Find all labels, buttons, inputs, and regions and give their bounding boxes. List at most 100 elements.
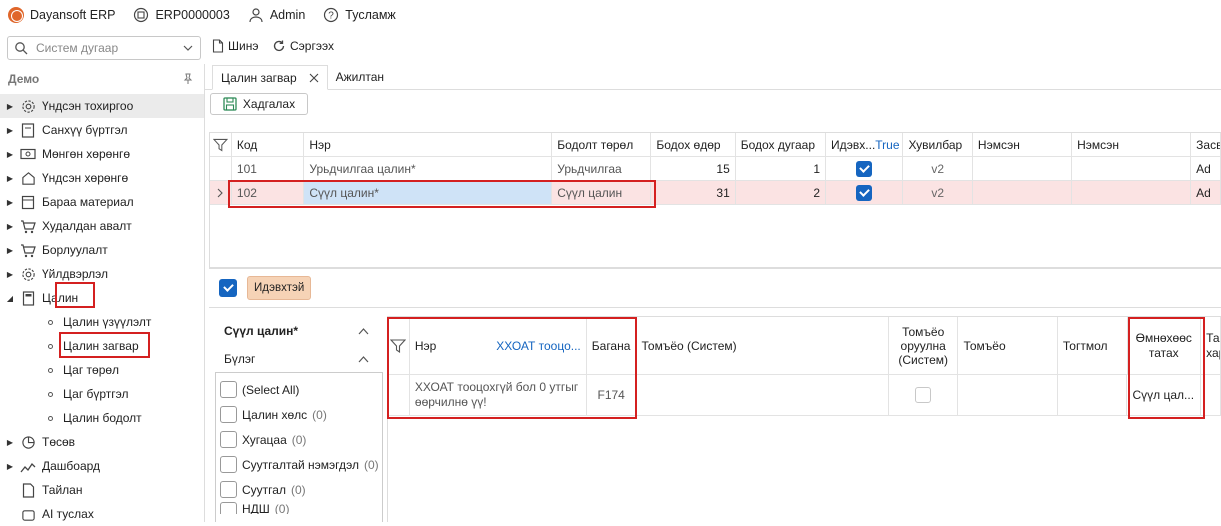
col-header-constant[interactable]: Тогтмол bbox=[1058, 317, 1128, 374]
cell-column[interactable]: F174 bbox=[587, 375, 637, 415]
chevron-up-icon[interactable] bbox=[358, 355, 369, 363]
list-item[interactable]: НДШ (0) bbox=[216, 502, 382, 514]
cell-calc-type[interactable]: Урьдчилгаа bbox=[552, 157, 652, 180]
help-button[interactable]: ? Тусламж bbox=[323, 7, 396, 23]
checkbox[interactable] bbox=[220, 456, 237, 473]
checkbox-checked[interactable] bbox=[856, 160, 873, 177]
col-header-formula-input[interactable]: Томъёо оруулна (Систем) bbox=[889, 317, 959, 374]
app-brand[interactable]: Dayansoft ERP bbox=[8, 7, 115, 23]
cell-formula-system[interactable] bbox=[637, 375, 889, 415]
search-input[interactable] bbox=[36, 41, 174, 55]
sidebar-item-payroll[interactable]: ◢ Цалин bbox=[0, 286, 204, 310]
collapse-arrow-icon[interactable]: ◢ bbox=[4, 294, 16, 303]
col-header-column[interactable]: Багана bbox=[587, 317, 637, 374]
cell-active[interactable] bbox=[826, 157, 904, 180]
tab-employee[interactable]: Ажилтан bbox=[328, 64, 392, 89]
cell-code[interactable]: 102 bbox=[232, 181, 305, 204]
list-item[interactable]: (Select All) bbox=[216, 377, 382, 402]
filter-toggle[interactable] bbox=[210, 133, 232, 156]
sidebar-item-payroll-indicator[interactable]: Цалин үзүүлэлт bbox=[0, 310, 204, 334]
col-header-version[interactable]: Хувилбар bbox=[903, 133, 973, 156]
cell-calc-type[interactable]: Сүүл цалин bbox=[552, 181, 652, 204]
sidebar-item-production[interactable]: ▶ Үйлдвэрлэл bbox=[0, 262, 204, 286]
expand-arrow-icon[interactable]: ▶ bbox=[4, 222, 16, 231]
col-header-calc-day[interactable]: Бодох өдөр bbox=[651, 133, 736, 156]
sidebar-item-finance[interactable]: ▶ Санхүү бүртгэл bbox=[0, 118, 204, 142]
sidebar-item-time-record[interactable]: Цаг бүртгэл bbox=[0, 382, 204, 406]
checkbox[interactable] bbox=[220, 406, 237, 423]
cell-next[interactable] bbox=[1201, 375, 1221, 415]
col-header-formula[interactable]: Томъёо bbox=[958, 317, 1058, 374]
cell-added[interactable] bbox=[973, 157, 1073, 180]
company-selector[interactable]: ERP0000003 bbox=[133, 7, 230, 23]
col-header-name[interactable]: Нэр ХХОАТ тооцо... bbox=[410, 317, 587, 374]
col-header-added-2[interactable]: Нэмсэн bbox=[1072, 133, 1192, 156]
expand-arrow-icon[interactable]: ▶ bbox=[4, 270, 16, 279]
cell-name-focused[interactable]: Сүүл цалин* bbox=[304, 181, 553, 204]
sidebar-item-reports[interactable]: Тайлан bbox=[0, 478, 204, 502]
cell-calc-day[interactable]: 15 bbox=[651, 157, 736, 180]
sidebar-item-payroll-template[interactable]: Цалин загвар bbox=[0, 334, 204, 358]
list-item[interactable]: Суутгалтай нэмэгдэл (0) bbox=[216, 452, 382, 477]
pin-icon[interactable] bbox=[182, 73, 194, 85]
expand-arrow-icon[interactable]: ▶ bbox=[4, 462, 16, 471]
cell-formula-input[interactable] bbox=[889, 375, 959, 415]
refresh-button[interactable]: Сэргээх bbox=[272, 39, 334, 53]
sidebar-item-purchasing[interactable]: ▶ Худалдан авалт bbox=[0, 214, 204, 238]
expand-arrow-icon[interactable]: ▶ bbox=[4, 126, 16, 135]
col-header-calc-number[interactable]: Бодох дугаар bbox=[736, 133, 827, 156]
expand-arrow-icon[interactable]: ▶ bbox=[4, 438, 16, 447]
cell-added-2[interactable] bbox=[1072, 157, 1192, 180]
cell-added-2[interactable] bbox=[1072, 181, 1192, 204]
checkbox-checked[interactable] bbox=[856, 184, 873, 201]
cell-formula[interactable] bbox=[958, 375, 1058, 415]
list-item[interactable]: Цалин хөлс (0) bbox=[216, 402, 382, 427]
expand-arrow-icon[interactable]: ▶ bbox=[4, 246, 16, 255]
sidebar-item-fixed-assets[interactable]: ▶ Үндсэн хөрөнгө bbox=[0, 166, 204, 190]
col-header-added[interactable]: Нэмсэн bbox=[973, 133, 1073, 156]
cell-from-previous[interactable]: Сүүл цал... bbox=[1127, 375, 1202, 415]
checkbox-unchecked[interactable] bbox=[915, 387, 932, 403]
cell-version[interactable]: v2 bbox=[903, 157, 973, 180]
user-menu[interactable]: Admin bbox=[248, 7, 305, 23]
cell-constant[interactable] bbox=[1058, 375, 1128, 415]
col-header-formula-system[interactable]: Томъёо (Систем) bbox=[637, 317, 889, 374]
expand-arrow-icon[interactable]: ▶ bbox=[4, 174, 16, 183]
cell-edited[interactable]: Ad bbox=[1191, 157, 1221, 180]
chevron-up-icon[interactable] bbox=[358, 327, 369, 335]
col-header-name[interactable]: Нэр bbox=[304, 133, 553, 156]
cell-edited[interactable]: Ad bbox=[1191, 181, 1221, 204]
col-header-calc-type[interactable]: Бодолт төрөл bbox=[552, 133, 652, 156]
cell-code[interactable]: 101 bbox=[232, 157, 305, 180]
col-header-active[interactable]: Идэвх... True bbox=[826, 133, 904, 156]
new-button[interactable]: Шинэ bbox=[212, 39, 258, 53]
cell-calc-day[interactable]: 31 bbox=[651, 181, 736, 204]
sidebar-item-sales[interactable]: ▶ Борлуулалт bbox=[0, 238, 204, 262]
filter-toggle[interactable] bbox=[388, 317, 410, 374]
cell-name[interactable]: Урьдчилгаа цалин* bbox=[304, 157, 553, 180]
expand-arrow-icon[interactable]: ▶ bbox=[4, 150, 16, 159]
sidebar-item-dashboard[interactable]: ▶ Дашбоард bbox=[0, 454, 204, 478]
cell-active[interactable] bbox=[826, 181, 904, 204]
table-row[interactable]: ХХОАТ тооцохгүй бол 0 утгыг өөрчилнө үү!… bbox=[388, 375, 1221, 416]
sidebar-item-payroll-calc[interactable]: Цалин бодолт bbox=[0, 406, 204, 430]
chevron-down-icon[interactable] bbox=[182, 42, 194, 54]
sidebar-item-inventory[interactable]: ▶ Бараа материал bbox=[0, 190, 204, 214]
col-header-edited[interactable]: Засвар bbox=[1191, 133, 1221, 156]
list-item[interactable]: Хугацаа (0) bbox=[216, 427, 382, 452]
sidebar-item-time-type[interactable]: Цаг төрөл bbox=[0, 358, 204, 382]
cell-version[interactable]: v2 bbox=[903, 181, 973, 204]
cell-calc-number[interactable]: 1 bbox=[736, 157, 827, 180]
table-row[interactable]: 101 Урьдчилгаа цалин* Урьдчилгаа 15 1 v2… bbox=[210, 157, 1221, 181]
col-header-next[interactable]: Тахар bbox=[1201, 317, 1221, 374]
cell-added[interactable] bbox=[973, 181, 1073, 204]
filter-chip-active[interactable]: Идэвхтэй bbox=[247, 276, 312, 300]
checkbox[interactable] bbox=[220, 381, 237, 398]
cell-calc-number[interactable]: 2 bbox=[736, 181, 827, 204]
tab-payroll-template[interactable]: Цалин загвар bbox=[212, 65, 328, 90]
panel-header[interactable]: Сүүл цалин* bbox=[209, 316, 383, 346]
close-icon[interactable] bbox=[309, 73, 319, 83]
checkbox[interactable] bbox=[220, 431, 237, 448]
checkbox[interactable] bbox=[220, 502, 237, 514]
sidebar-item-budget[interactable]: ▶ Төсөв bbox=[0, 430, 204, 454]
